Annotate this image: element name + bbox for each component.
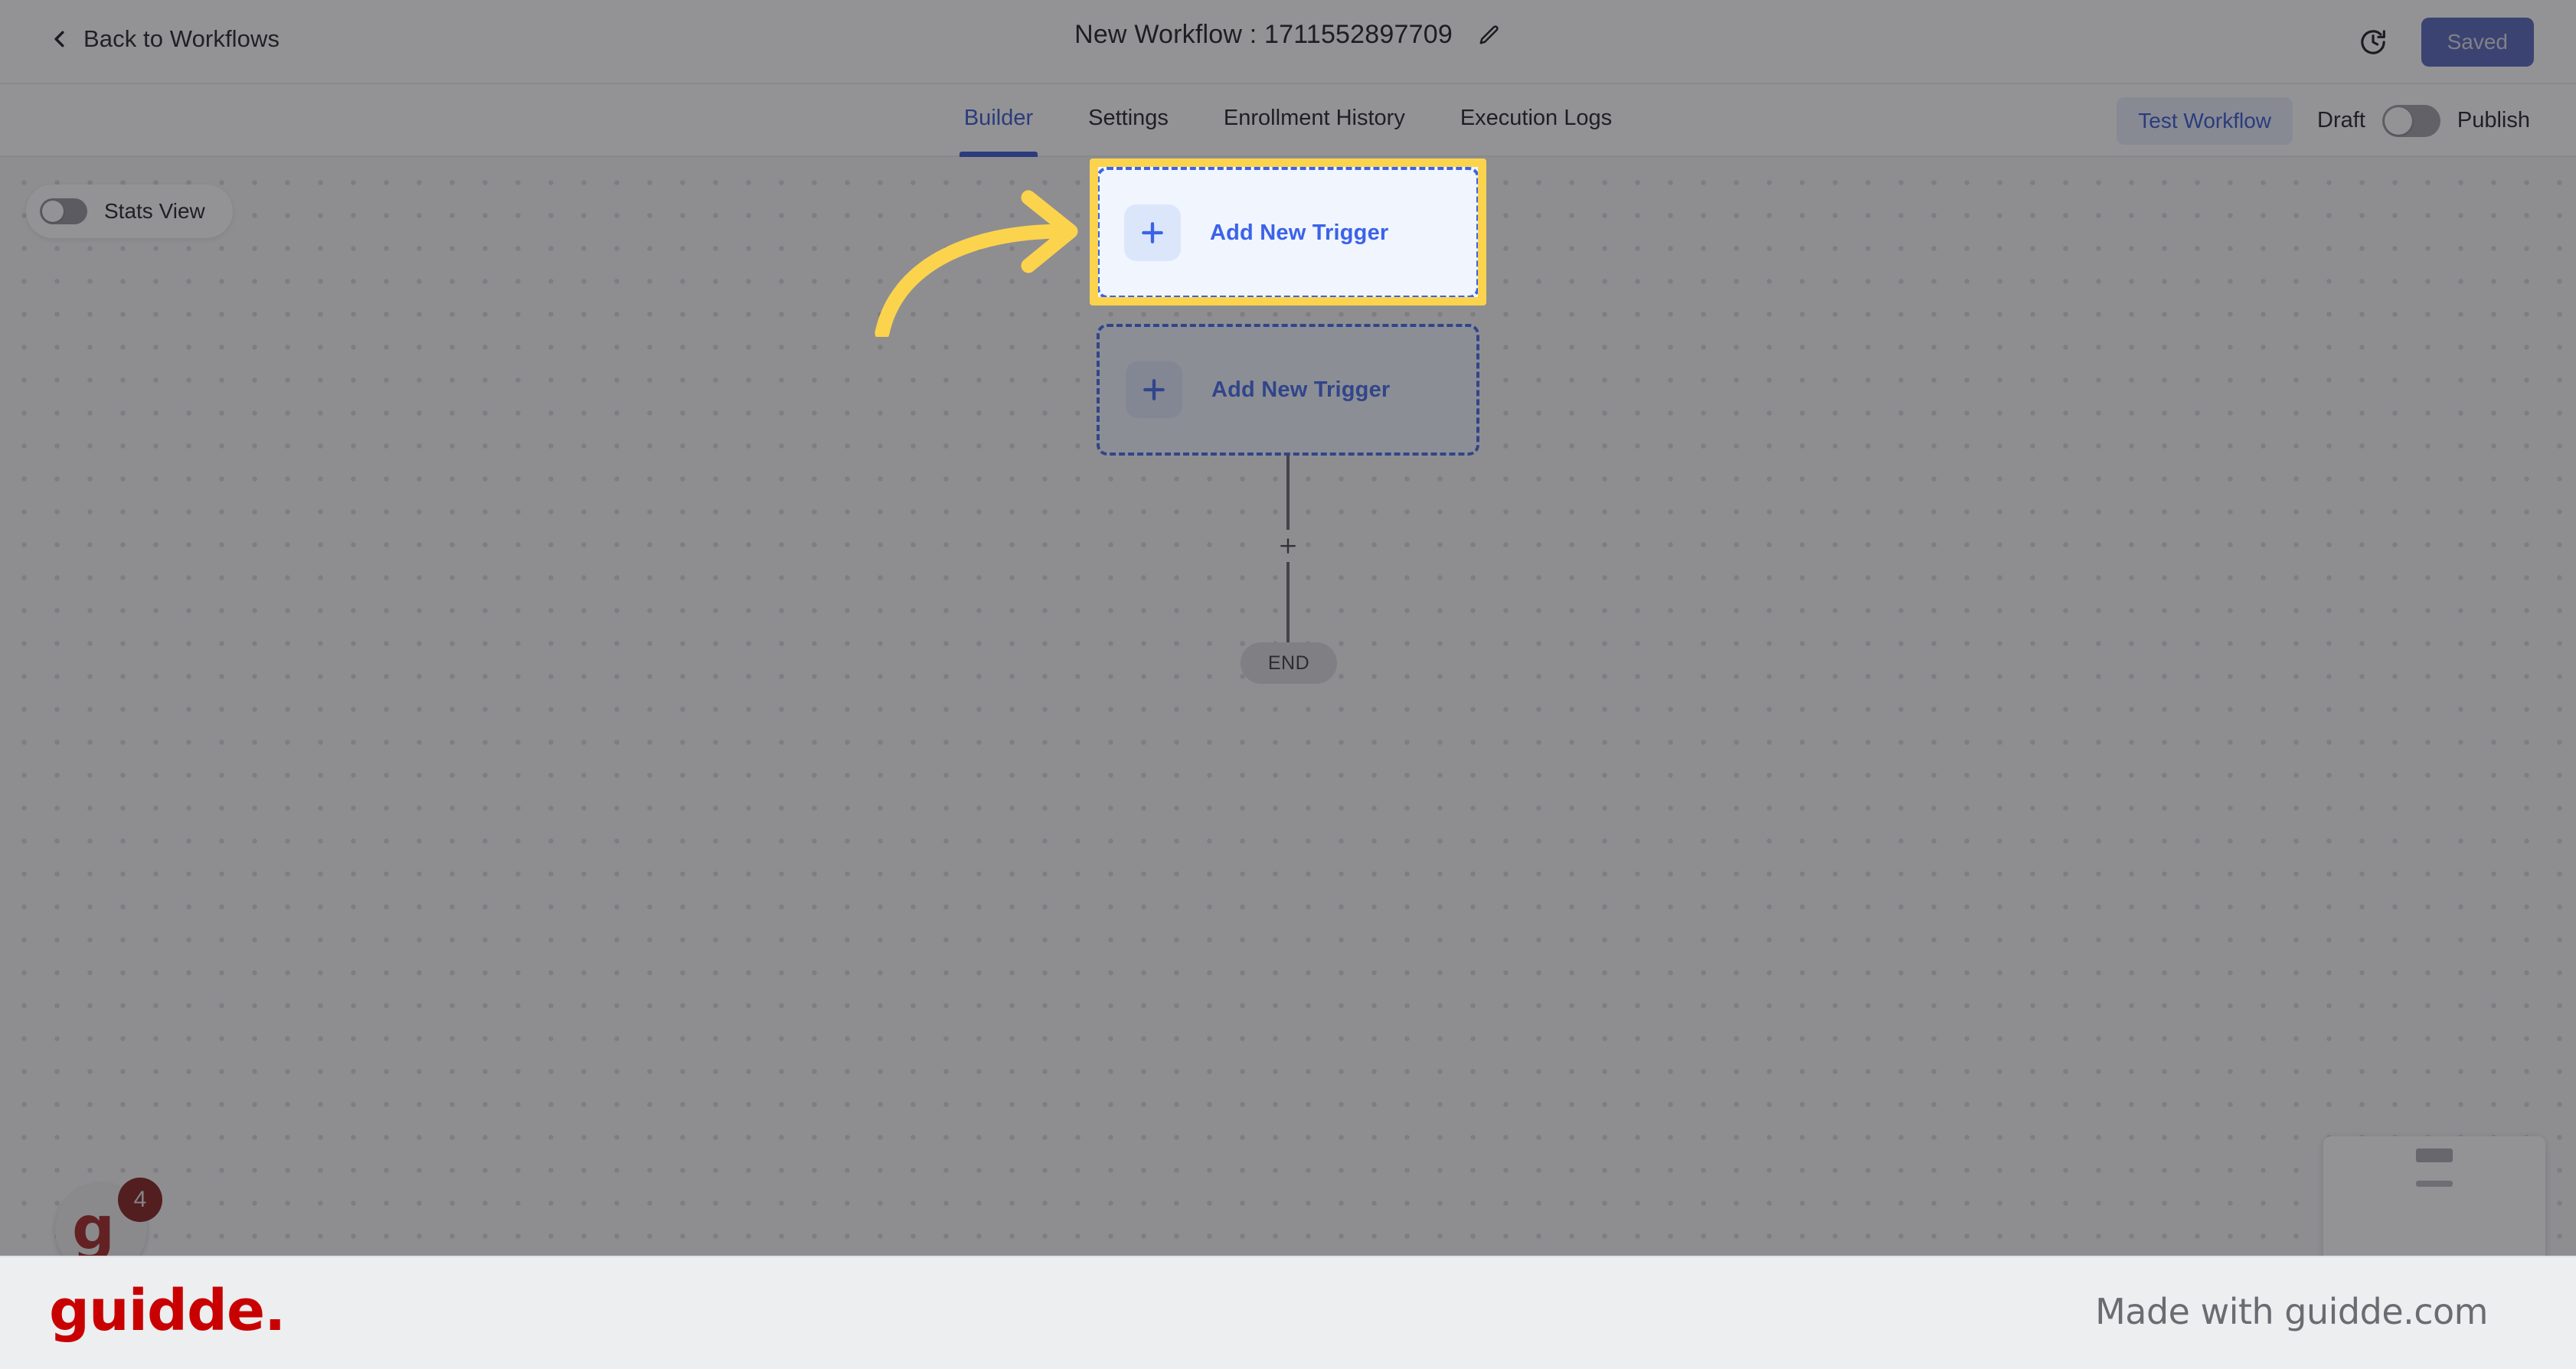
clock-history-icon[interactable]	[2355, 25, 2391, 60]
screenshot-root: Back to Workflows New Workflow : 1711552…	[0, 0, 2576, 1369]
back-to-workflows-label: Back to Workflows	[83, 25, 280, 52]
publish-toggle-knob	[2384, 106, 2412, 135]
chevron-left-icon	[50, 29, 70, 49]
back-to-workflows-button[interactable]: Back to Workflows	[50, 25, 280, 53]
page-title: New Workflow : 1711552897709	[1074, 20, 1453, 49]
draft-label: Draft	[2317, 108, 2365, 132]
publish-toggle-group: Draft Publish	[2317, 104, 2530, 137]
workflow-title-group: New Workflow : 1711552897709	[0, 20, 2576, 50]
stats-view-label: Stats View	[104, 199, 205, 223]
tab-bar: Builder Settings Enrollment History Exec…	[0, 84, 2576, 157]
tab-enrollment-history[interactable]: Enrollment History	[1196, 84, 1433, 157]
publish-label: Publish	[2457, 108, 2530, 132]
workflow-canvas[interactable]: Stats View Add New Trigger END g 4	[0, 157, 2576, 1256]
stats-view-switch[interactable]	[40, 198, 87, 224]
add-new-trigger-node[interactable]: Add New Trigger	[1097, 324, 1479, 456]
add-step-plus-icon[interactable]	[1272, 530, 1304, 562]
spotlight-highlight-border	[1090, 158, 1486, 305]
minimap-node	[2416, 1181, 2453, 1187]
canvas-minimap[interactable]	[2323, 1136, 2545, 1256]
stats-view-toggle[interactable]: Stats View	[26, 185, 233, 238]
pencil-icon[interactable]	[1476, 22, 1502, 48]
application-window: Back to Workflows New Workflow : 1711552…	[0, 0, 2576, 1256]
test-workflow-button[interactable]: Test Workflow	[2117, 96, 2293, 145]
tab-execution-logs[interactable]: Execution Logs	[1433, 84, 1639, 157]
top-bar: Back to Workflows New Workflow : 1711552…	[0, 0, 2576, 84]
tab-bar-actions: Test Workflow Draft Publish	[2117, 84, 2530, 157]
top-bar-actions: Saved	[2355, 0, 2534, 84]
made-with-guidde-label: Made with guidde.com	[2095, 1291, 2488, 1332]
end-node: END	[1241, 642, 1337, 684]
guidde-bubble-badge: 4	[118, 1178, 162, 1222]
add-new-trigger-label: Add New Trigger	[1211, 377, 1391, 402]
guidde-bubble-logo: g	[72, 1194, 115, 1256]
guidde-footer: guidde. Made with guidde.com	[0, 1256, 2576, 1369]
publish-toggle[interactable]	[2381, 104, 2440, 137]
stats-view-switch-knob	[42, 201, 64, 222]
saved-button[interactable]: Saved	[2421, 18, 2534, 67]
plus-icon	[1126, 361, 1182, 418]
guidde-logo: guidde.	[49, 1278, 286, 1344]
minimap-node	[2416, 1148, 2453, 1162]
guidde-help-bubble[interactable]: g 4	[55, 1178, 162, 1256]
tab-settings[interactable]: Settings	[1061, 84, 1196, 157]
tab-builder[interactable]: Builder	[937, 84, 1061, 157]
